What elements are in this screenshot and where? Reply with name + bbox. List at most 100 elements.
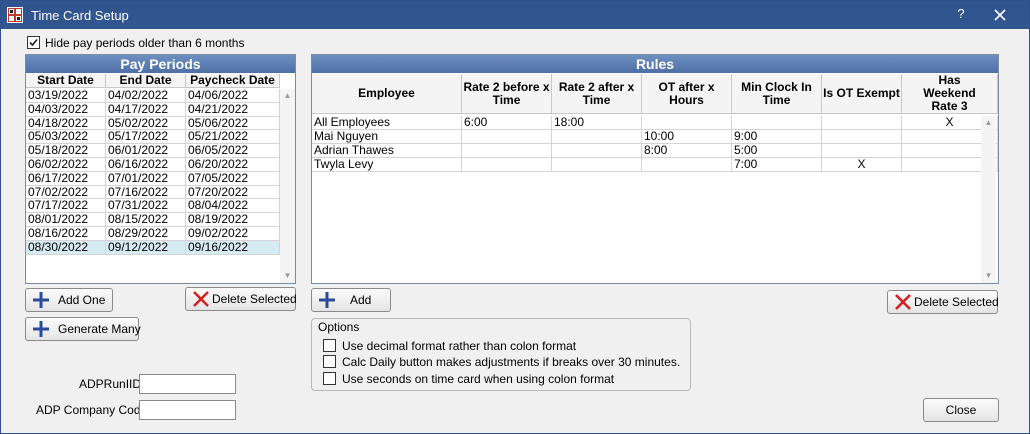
rule-cell: X (822, 158, 902, 172)
pay-period-row[interactable]: 04/18/2022 05/02/2022 05/06/2022 (26, 116, 280, 131)
rules-col-header[interactable]: Has Weekend Rate 3 (902, 74, 998, 114)
delete-rule-button[interactable]: Delete Selected (887, 290, 999, 314)
pay-period-row[interactable]: 08/30/2022 09/12/2022 09/16/2022 (26, 240, 280, 255)
rules-col-header[interactable]: Employee (312, 74, 462, 114)
pay-period-cell: 04/06/2022 (186, 89, 280, 103)
add-rule-button[interactable]: Add (311, 288, 391, 312)
pay-period-cell: 06/05/2022 (186, 144, 280, 158)
pay-period-cell: 08/04/2022 (186, 199, 280, 214)
rule-cell (552, 144, 642, 158)
pay-periods-col-header[interactable]: End Date (106, 74, 186, 88)
adp-company-code-input[interactable] (139, 400, 236, 420)
scroll-down-icon[interactable]: ▼ (981, 269, 996, 283)
hide-old-periods-checkbox[interactable] (27, 36, 40, 49)
rules-col-header[interactable]: Is OT Exempt (822, 74, 902, 114)
pay-period-row[interactable]: 05/03/2022 05/17/2022 05/21/2022 (26, 130, 280, 145)
plus-icon (319, 292, 335, 308)
scroll-up-icon[interactable]: ▲ (280, 89, 295, 103)
generate-many-label: Generate Many (58, 322, 141, 336)
time-card-setup-window: Time Card Setup ? Hide pay periods older… (0, 0, 1030, 434)
rule-cell: Adrian Thawes (312, 144, 462, 158)
pay-period-cell: 06/17/2022 (26, 171, 106, 186)
pay-period-cell: 08/30/2022 (26, 240, 106, 255)
delete-pay-period-button[interactable]: Delete Selected (185, 287, 297, 311)
pay-period-cell: 07/16/2022 (106, 185, 186, 200)
pay-period-cell: 09/16/2022 (186, 240, 280, 255)
adp-run-id-input[interactable] (139, 374, 236, 394)
rule-cell: 9:00 (732, 130, 822, 144)
rules-col-header-line: Rate 3 (931, 99, 968, 113)
pay-period-cell: 05/17/2022 (106, 130, 186, 145)
options-group: Options Use decimal format rather than c… (311, 318, 691, 391)
rule-cell (462, 144, 552, 158)
decimal-format-checkbox[interactable] (323, 339, 336, 352)
pay-period-cell: 07/02/2022 (26, 185, 106, 200)
pay-period-row[interactable]: 08/16/2022 08/29/2022 09/02/2022 (26, 227, 280, 241)
scroll-down-icon[interactable]: ▼ (280, 269, 295, 283)
pay-period-row[interactable]: 06/17/2022 07/01/2022 07/05/2022 (26, 171, 280, 186)
title-bar: Time Card Setup ? (1, 1, 1029, 29)
pay-periods-col-header[interactable]: Paycheck Date (186, 74, 280, 88)
pay-period-row[interactable]: 08/01/2022 08/15/2022 08/19/2022 (26, 213, 280, 227)
window-title: Time Card Setup (31, 8, 129, 23)
rule-cell (462, 158, 552, 172)
pay-period-cell: 04/18/2022 (26, 116, 106, 131)
rules-col-header-line: Time (492, 92, 521, 107)
pay-period-row[interactable]: 07/17/2022 07/31/2022 08/04/2022 (26, 199, 280, 214)
pay-period-cell: 06/02/2022 (26, 158, 106, 172)
delete-rule-label: Delete Selected (914, 295, 999, 309)
pay-periods-col-header[interactable]: Start Date (26, 74, 106, 88)
rules-col-header[interactable]: OT after x Hours (642, 74, 732, 114)
delete-x-icon (895, 294, 911, 310)
rules-header: Rules (312, 55, 998, 73)
pay-period-row[interactable]: 04/03/2022 04/17/2022 04/21/2022 (26, 102, 280, 117)
rule-cell (642, 116, 732, 130)
rule-row[interactable]: Twyla Levy 7:00 X (312, 158, 998, 172)
add-one-button[interactable]: Add One (25, 288, 113, 312)
plus-icon (33, 321, 49, 337)
pay-period-cell: 07/05/2022 (186, 171, 280, 186)
pay-period-row[interactable]: 06/02/2022 06/16/2022 06/20/2022 (26, 158, 280, 172)
rule-row[interactable]: Adrian Thawes 8:00 5:00 (312, 144, 998, 158)
rule-row[interactable]: All Employees 6:00 18:00 X (312, 116, 998, 130)
options-title: Options (318, 320, 360, 334)
rules-col-header[interactable]: Rate 2 before x Time (462, 74, 552, 114)
pay-period-row[interactable]: 03/19/2022 04/02/2022 04/06/2022 (26, 89, 280, 103)
calc-daily-checkbox[interactable] (323, 355, 336, 368)
pay-period-cell: 08/19/2022 (186, 213, 280, 227)
rule-row[interactable]: Mai Nguyen 10:00 9:00 (312, 130, 998, 144)
rules-col-header[interactable]: Rate 2 after x Time (552, 74, 642, 114)
pay-period-cell: 03/19/2022 (26, 89, 106, 103)
help-button[interactable]: ? (953, 6, 969, 24)
pay-period-row[interactable]: 07/02/2022 07/16/2022 07/20/2022 (26, 185, 280, 200)
pay-period-cell: 08/16/2022 (26, 227, 106, 241)
calc-daily-label: Calc Daily button makes adjustments if b… (342, 355, 681, 369)
close-button[interactable]: Close (923, 398, 999, 422)
rule-cell: Mai Nguyen (312, 130, 462, 144)
rules-scrollbar[interactable]: ▲ ▼ (981, 116, 996, 283)
rule-cell (552, 158, 642, 172)
checkmark-icon (29, 38, 38, 47)
pay-period-cell: 04/02/2022 (106, 89, 186, 103)
scroll-up-icon[interactable]: ▲ (981, 116, 996, 130)
rules-col-header-line: OT after x (658, 79, 715, 94)
rule-cell: 5:00 (732, 144, 822, 158)
rules-col-header-line: Rate 2 after x (558, 79, 635, 94)
rules-col-header[interactable]: Min Clock In Time (732, 74, 822, 114)
rule-cell: 18:00 (552, 116, 642, 130)
pay-period-cell: 05/03/2022 (26, 130, 106, 145)
generate-many-button[interactable]: Generate Many (25, 317, 141, 341)
rules-col-header-line: Hours (669, 92, 704, 107)
close-icon[interactable] (991, 6, 1009, 24)
use-seconds-checkbox[interactable] (323, 372, 336, 385)
rules-col-header-line: Time (762, 92, 791, 107)
pay-period-row[interactable]: 05/18/2022 06/01/2022 06/05/2022 (26, 144, 280, 158)
pay-period-cell: 08/01/2022 (26, 213, 106, 227)
pay-periods-scrollbar[interactable]: ▲ ▼ (280, 89, 295, 283)
rules-col-header-line: Rate 2 before x (463, 79, 550, 94)
rule-cell (642, 158, 732, 172)
rule-cell: Twyla Levy (312, 158, 462, 172)
rule-cell: 6:00 (462, 116, 552, 130)
rules-panel: Rules Employee Rate 2 before x Time Rate 2 … (311, 54, 999, 284)
pay-period-cell: 08/15/2022 (106, 213, 186, 227)
